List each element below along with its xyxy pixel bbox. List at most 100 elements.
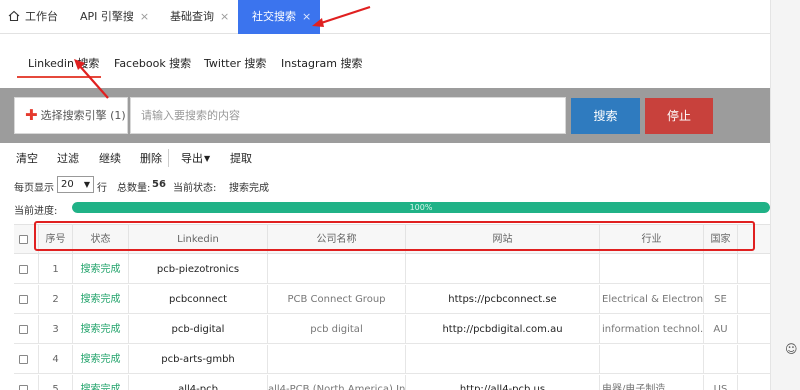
row-industry (599, 255, 703, 284)
row-checkbox[interactable] (19, 295, 28, 304)
close-icon[interactable]: × (220, 10, 229, 23)
row-website (405, 345, 599, 374)
select-all-checkbox[interactable] (19, 235, 28, 244)
tab-label: API 引擎搜 (80, 10, 134, 23)
export-label: 导出 (181, 152, 203, 165)
row-status: 搜索完成 (72, 285, 128, 314)
row-status: 搜索完成 (72, 375, 128, 390)
page-size-value: 20 (61, 179, 74, 190)
row-linkedin: pcb-arts-gmbh (128, 345, 267, 374)
total-label: 总数量: (117, 183, 151, 194)
row-website: http://pcbdigital.com.au (405, 315, 599, 344)
continue-button[interactable]: 继续 (99, 150, 121, 166)
tab-basic-query[interactable]: 基础查询 × (170, 0, 229, 34)
select-engine-label: 选择搜索引擎 (1) (40, 109, 126, 122)
clear-button[interactable]: 清空 (16, 150, 38, 166)
row-extra (737, 315, 770, 344)
progress-bar: 100% (72, 202, 770, 213)
row-extra (737, 255, 770, 284)
status-label: 当前状态: (173, 183, 217, 194)
row-index: 1 (38, 255, 72, 284)
table-row[interactable]: 3 搜索完成 pcb-digital pcb digital http://pcbdig… (14, 315, 770, 344)
row-company (267, 255, 405, 284)
table-row[interactable]: 4 搜索完成 pcb-arts-gmbh (14, 345, 770, 374)
row-industry (599, 345, 703, 374)
row-country: AU (703, 315, 737, 344)
total-count: 56 (152, 179, 166, 190)
search-input[interactable] (130, 97, 566, 134)
tab-label: 社交搜索 (252, 10, 296, 23)
row-company: pcb digital (267, 315, 405, 344)
table-row[interactable]: 2 搜索完成 pcbconnect PCB Connect Group https://… (14, 285, 770, 314)
row-industry: information technol... (599, 315, 703, 344)
row-status: 搜索完成 (72, 345, 128, 374)
annotation-box (34, 221, 755, 251)
row-country (703, 345, 737, 374)
search-button[interactable]: 搜索 (571, 98, 640, 134)
row-extra (737, 375, 770, 390)
chevron-down-icon: ▼ (83, 180, 90, 189)
row-index: 3 (38, 315, 72, 344)
progress-label: 当前进度: (14, 206, 58, 217)
tab-api-engine[interactable]: API 引擎搜 × (80, 0, 149, 34)
row-index: 5 (38, 375, 72, 390)
select-engine-button[interactable]: ✚ 选择搜索引擎 (1) (14, 97, 128, 134)
row-linkedin: pcbconnect (128, 285, 267, 314)
status-value: 搜索完成 (229, 183, 269, 194)
close-icon[interactable]: × (302, 10, 311, 23)
engine-tab-linkedin[interactable]: Linkedin 搜索 (28, 55, 99, 71)
row-extra (737, 285, 770, 314)
row-checkbox[interactable] (19, 355, 28, 364)
row-checkbox[interactable] (19, 325, 28, 334)
row-status: 搜索完成 (72, 255, 128, 284)
export-dropdown[interactable]: 导出▼ (181, 150, 210, 166)
row-industry: 电器/电子制造 (599, 375, 703, 390)
row-linkedin: pcb-piezotronics (128, 255, 267, 284)
toolbar-divider (168, 149, 169, 167)
close-icon[interactable]: × (140, 10, 149, 23)
row-country (703, 255, 737, 284)
progress-fill: 100% (72, 202, 770, 213)
row-index: 4 (38, 345, 72, 374)
row-website: http://all4-pcb.us (405, 375, 599, 390)
extract-button[interactable]: 提取 (230, 150, 252, 166)
tab-label: 工作台 (25, 10, 58, 23)
per-page-prefix: 每页显示 (14, 183, 54, 194)
row-company (267, 345, 405, 374)
engine-tab-twitter[interactable]: Twitter 搜索 (204, 55, 266, 71)
tab-label: 基础查询 (170, 10, 214, 23)
toolbar: 清空 过滤 继续 删除 导出▼ 提取 (0, 149, 770, 167)
home-icon (8, 2, 20, 36)
row-linkedin: all4-pcb (128, 375, 267, 390)
delete-button[interactable]: 删除 (140, 150, 162, 166)
row-linkedin: pcb-digital (128, 315, 267, 344)
row-country: US (703, 375, 737, 390)
filter-button[interactable]: 过滤 (57, 150, 79, 166)
search-bar: ✚选择搜索引擎 (1) 搜索 停止 (0, 88, 770, 143)
engine-tab-facebook[interactable]: Facebook 搜索 (114, 55, 191, 71)
top-tab-bar: 工作台 API 引擎搜 × 基础查询 × 社交搜索 × (0, 0, 770, 34)
caret-down-icon: ▼ (204, 154, 211, 163)
row-checkbox[interactable] (19, 265, 28, 274)
row-checkbox[interactable] (19, 385, 28, 390)
row-website (405, 255, 599, 284)
tab-social-search[interactable]: 社交搜索 × (238, 0, 320, 34)
tab-workbench[interactable]: 工作台 (8, 0, 58, 34)
row-extra (737, 345, 770, 374)
row-company: all4-PCB (North America) Inc. (267, 375, 405, 390)
row-website: https://pcbconnect.se (405, 285, 599, 314)
page-size-select[interactable]: 20 ▼ (57, 176, 94, 193)
row-country: SE (703, 285, 737, 314)
right-gutter: ☺ (770, 0, 800, 390)
row-status: 搜索完成 (72, 315, 128, 344)
stop-button[interactable]: 停止 (645, 98, 713, 134)
active-tab-indicator (17, 76, 101, 78)
table-row[interactable]: 5 搜索完成 all4-pcb all4-PCB (North America) In… (14, 375, 770, 390)
emoji-icon[interactable]: ☺ (785, 342, 798, 356)
row-company: PCB Connect Group (267, 285, 405, 314)
row-index: 2 (38, 285, 72, 314)
engine-tab-instagram[interactable]: Instagram 搜索 (281, 55, 362, 71)
per-page-suffix: 行 (97, 183, 107, 194)
row-industry: Electrical & Electron... (599, 285, 703, 314)
table-row[interactable]: 1 搜索完成 pcb-piezotronics (14, 255, 770, 284)
